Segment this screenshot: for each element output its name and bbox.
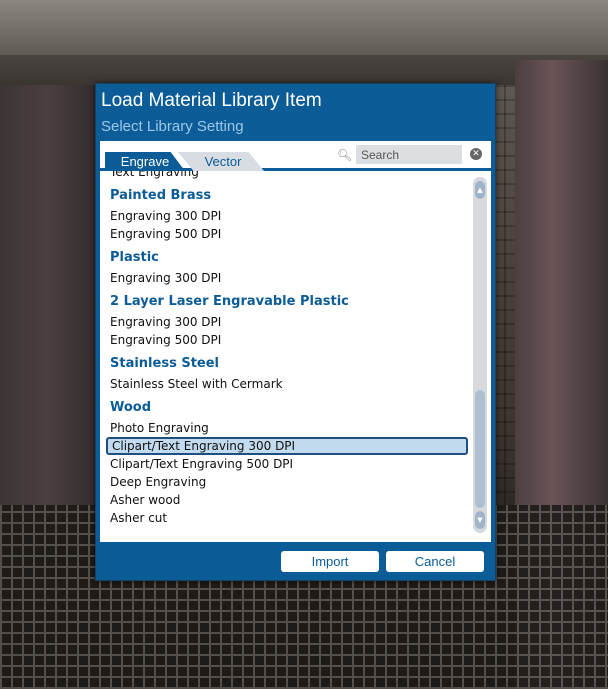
list-item[interactable]: Engraving 500 DPI	[100, 331, 472, 349]
list-item[interactable]: Engraving 300 DPI	[100, 269, 472, 287]
list-scrollbar[interactable]: ▲ ▼	[473, 177, 487, 533]
tab-vector[interactable]: Vector	[178, 152, 264, 171]
library-list[interactable]: Text Engraving Painted Brass Engraving 3…	[100, 171, 472, 538]
list-item[interactable]: Photo Engraving	[100, 419, 472, 437]
dialog-subtitle: Select Library Setting	[101, 118, 244, 135]
search-icon: 🔍︎	[337, 148, 353, 162]
tab-engrave[interactable]: Engrave	[105, 152, 185, 171]
list-item[interactable]: Text Engraving	[100, 171, 472, 181]
scroll-thumb[interactable]	[475, 390, 485, 508]
group-header: Painted Brass	[110, 188, 212, 203]
list-item-selected[interactable]: Clipart/Text Engraving 300 DPI	[106, 437, 468, 455]
load-material-dialog: Load Material Library Item Select Librar…	[95, 83, 496, 581]
group-header: Stainless Steel	[110, 356, 220, 371]
dialog-title: Load Material Library Item	[101, 90, 322, 111]
library-panel: Engrave Vector 🔍︎ ✕ Text Engraving Paint…	[100, 141, 491, 542]
list-item[interactable]: Engraving 300 DPI	[100, 313, 472, 331]
list-item[interactable]: Asher cut	[100, 509, 472, 527]
tab-bar: Engrave Vector 🔍︎ ✕	[100, 141, 491, 171]
list-item[interactable]: Deep Engraving	[100, 473, 472, 491]
group-header: Plastic	[110, 250, 159, 265]
list-item[interactable]: Engraving 500 DPI	[100, 225, 472, 243]
background-beam	[0, 0, 608, 60]
list-item[interactable]: Clipart/Text Engraving 500 DPI	[100, 455, 472, 473]
list-item[interactable]: Stainless Steel with Cermark	[100, 375, 472, 393]
cancel-button[interactable]: Cancel	[386, 551, 484, 572]
list-item[interactable]: Asher wood	[100, 491, 472, 509]
search-input[interactable]	[356, 145, 462, 164]
background-left-column	[0, 85, 96, 505]
group-header: 2 Layer Laser Engravable Plastic	[110, 294, 349, 309]
group-header: Wood	[110, 400, 152, 415]
chevron-up-icon[interactable]: ▲	[475, 181, 485, 199]
import-button[interactable]: Import	[281, 551, 379, 572]
chevron-down-icon[interactable]: ▼	[475, 511, 485, 529]
clear-icon[interactable]: ✕	[470, 148, 482, 160]
list-item[interactable]: Engraving 300 DPI	[100, 207, 472, 225]
